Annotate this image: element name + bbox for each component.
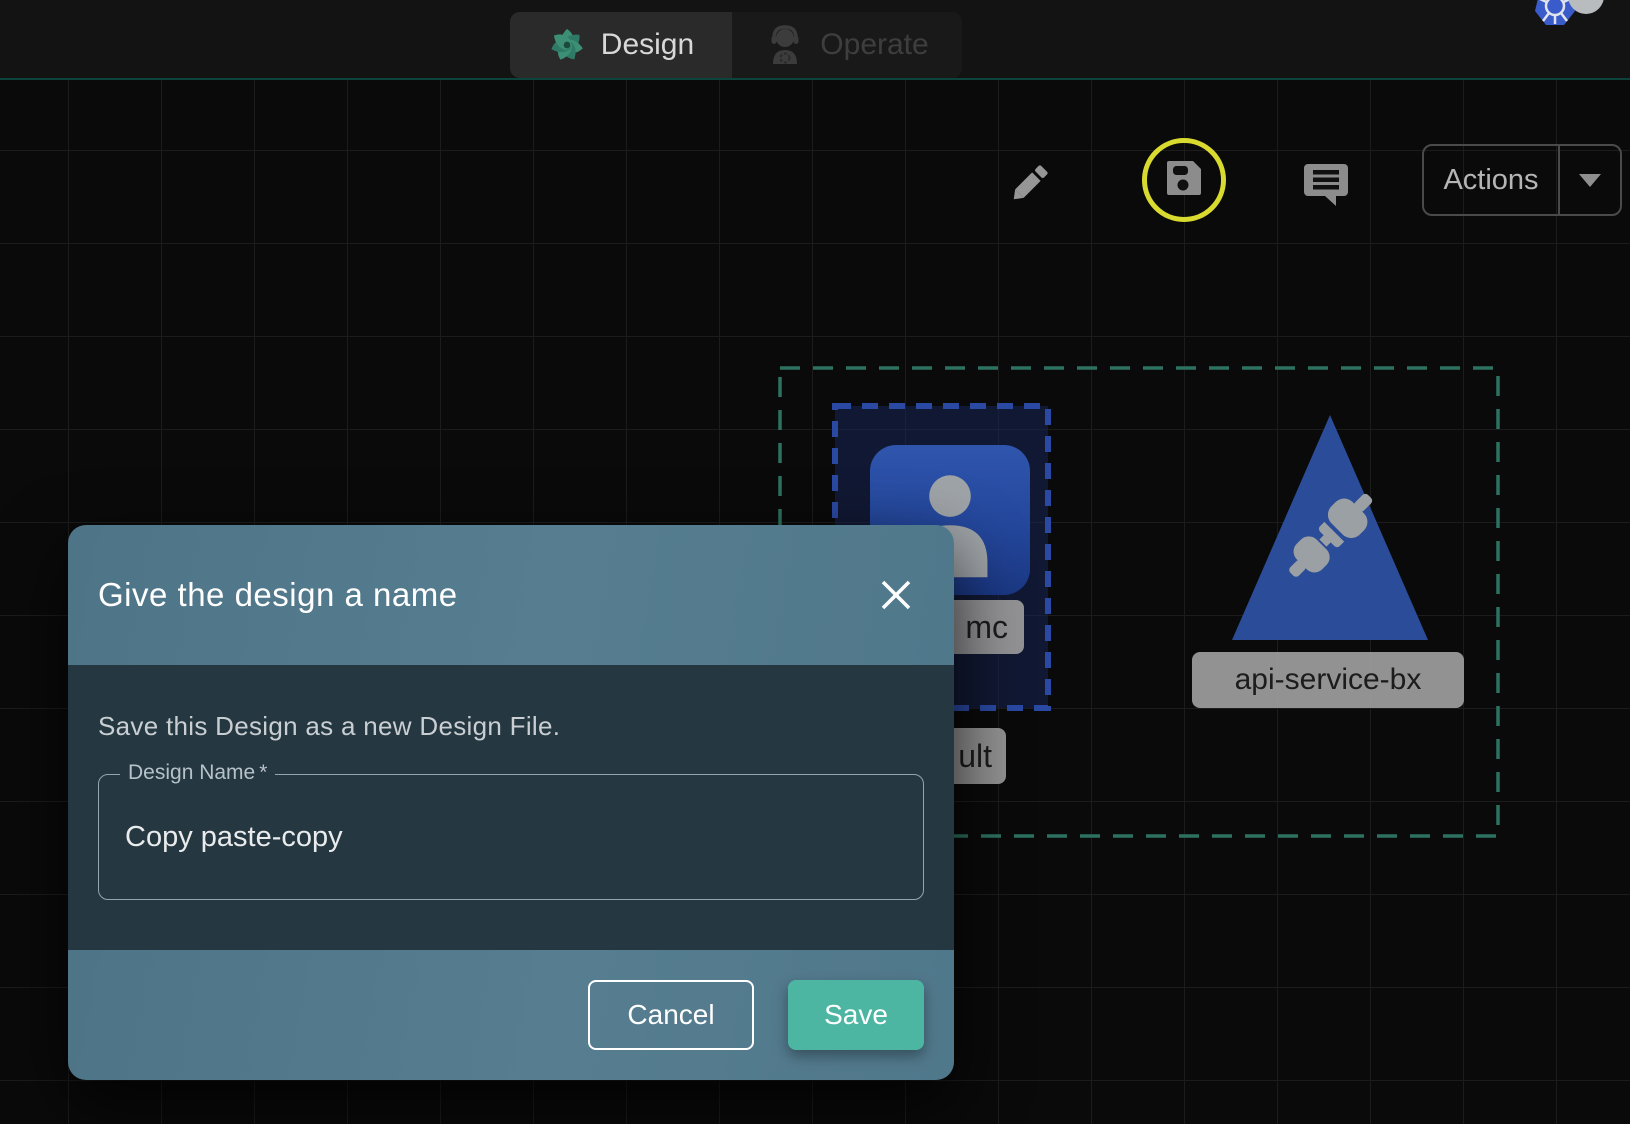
actions-dropdown-toggle[interactable] [1558,146,1620,214]
design-name-input[interactable] [98,774,924,900]
meshery-logo-icon [548,26,586,64]
actions-button-group: Actions [1422,144,1622,216]
plug-icon [1272,478,1388,594]
save-highlight-ring [1142,138,1226,222]
tab-operate-label: Operate [820,28,928,62]
actions-button-label: Actions [1443,164,1538,197]
top-navbar: Design Operate [0,0,1630,80]
api-service-label[interactable]: api-service-bx [1192,652,1464,708]
modal-body: Save this Design as a new Design File. D… [68,665,954,950]
actions-button[interactable]: Actions [1424,146,1558,214]
namespace-label-text: ult [958,738,992,775]
tab-design[interactable]: Design [510,12,732,78]
modal-title: Give the design a name [98,576,458,614]
modal-description: Save this Design as a new Design File. [98,711,924,742]
tab-design-label: Design [601,28,694,62]
mode-tabs: Design Operate [510,12,962,78]
save-icon[interactable] [1163,157,1205,204]
modal-footer: Cancel Save [68,950,954,1080]
save-design-modal: Give the design a name Save this Design … [68,525,954,1080]
modal-header: Give the design a name [68,525,954,665]
caret-down-icon [1579,174,1601,187]
tab-operate[interactable]: Operate [732,12,962,78]
required-marker: * [259,761,267,785]
user-node-label-text: mc [965,609,1008,646]
comment-icon[interactable] [1303,160,1349,213]
cancel-button[interactable]: Cancel [588,980,754,1050]
meshery-design-app: mc ult api-service-bx [0,0,1630,1124]
design-name-field: Design Name * [98,774,924,900]
design-name-label: Design Name * [120,761,275,785]
design-name-label-text: Design Name [128,761,255,785]
close-icon[interactable] [874,573,918,617]
api-service-label-text: api-service-bx [1235,663,1422,697]
operator-headset-icon [765,24,805,66]
pencil-icon[interactable] [1008,160,1052,211]
save-button[interactable]: Save [788,980,924,1050]
